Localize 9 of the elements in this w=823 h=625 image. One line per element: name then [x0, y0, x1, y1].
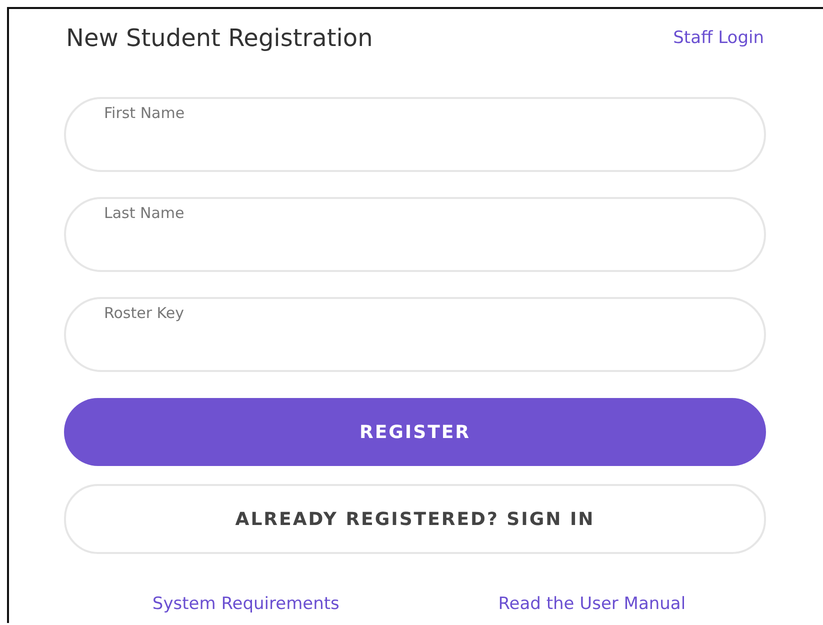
- page-title: New Student Registration: [66, 24, 373, 52]
- sign-in-button[interactable]: ALREADY REGISTERED? SIGN IN: [64, 484, 766, 554]
- register-button[interactable]: REGISTER: [64, 398, 766, 466]
- input-field[interactable]: Last Name: [64, 197, 766, 272]
- footer-link[interactable]: System Requirements: [152, 594, 340, 614]
- input-field[interactable]: First Name: [64, 97, 766, 172]
- staff-login-link[interactable]: Staff Login: [673, 28, 764, 48]
- input-field[interactable]: Roster Key: [64, 297, 766, 372]
- footer-link[interactable]: Read the User Manual: [498, 594, 686, 614]
